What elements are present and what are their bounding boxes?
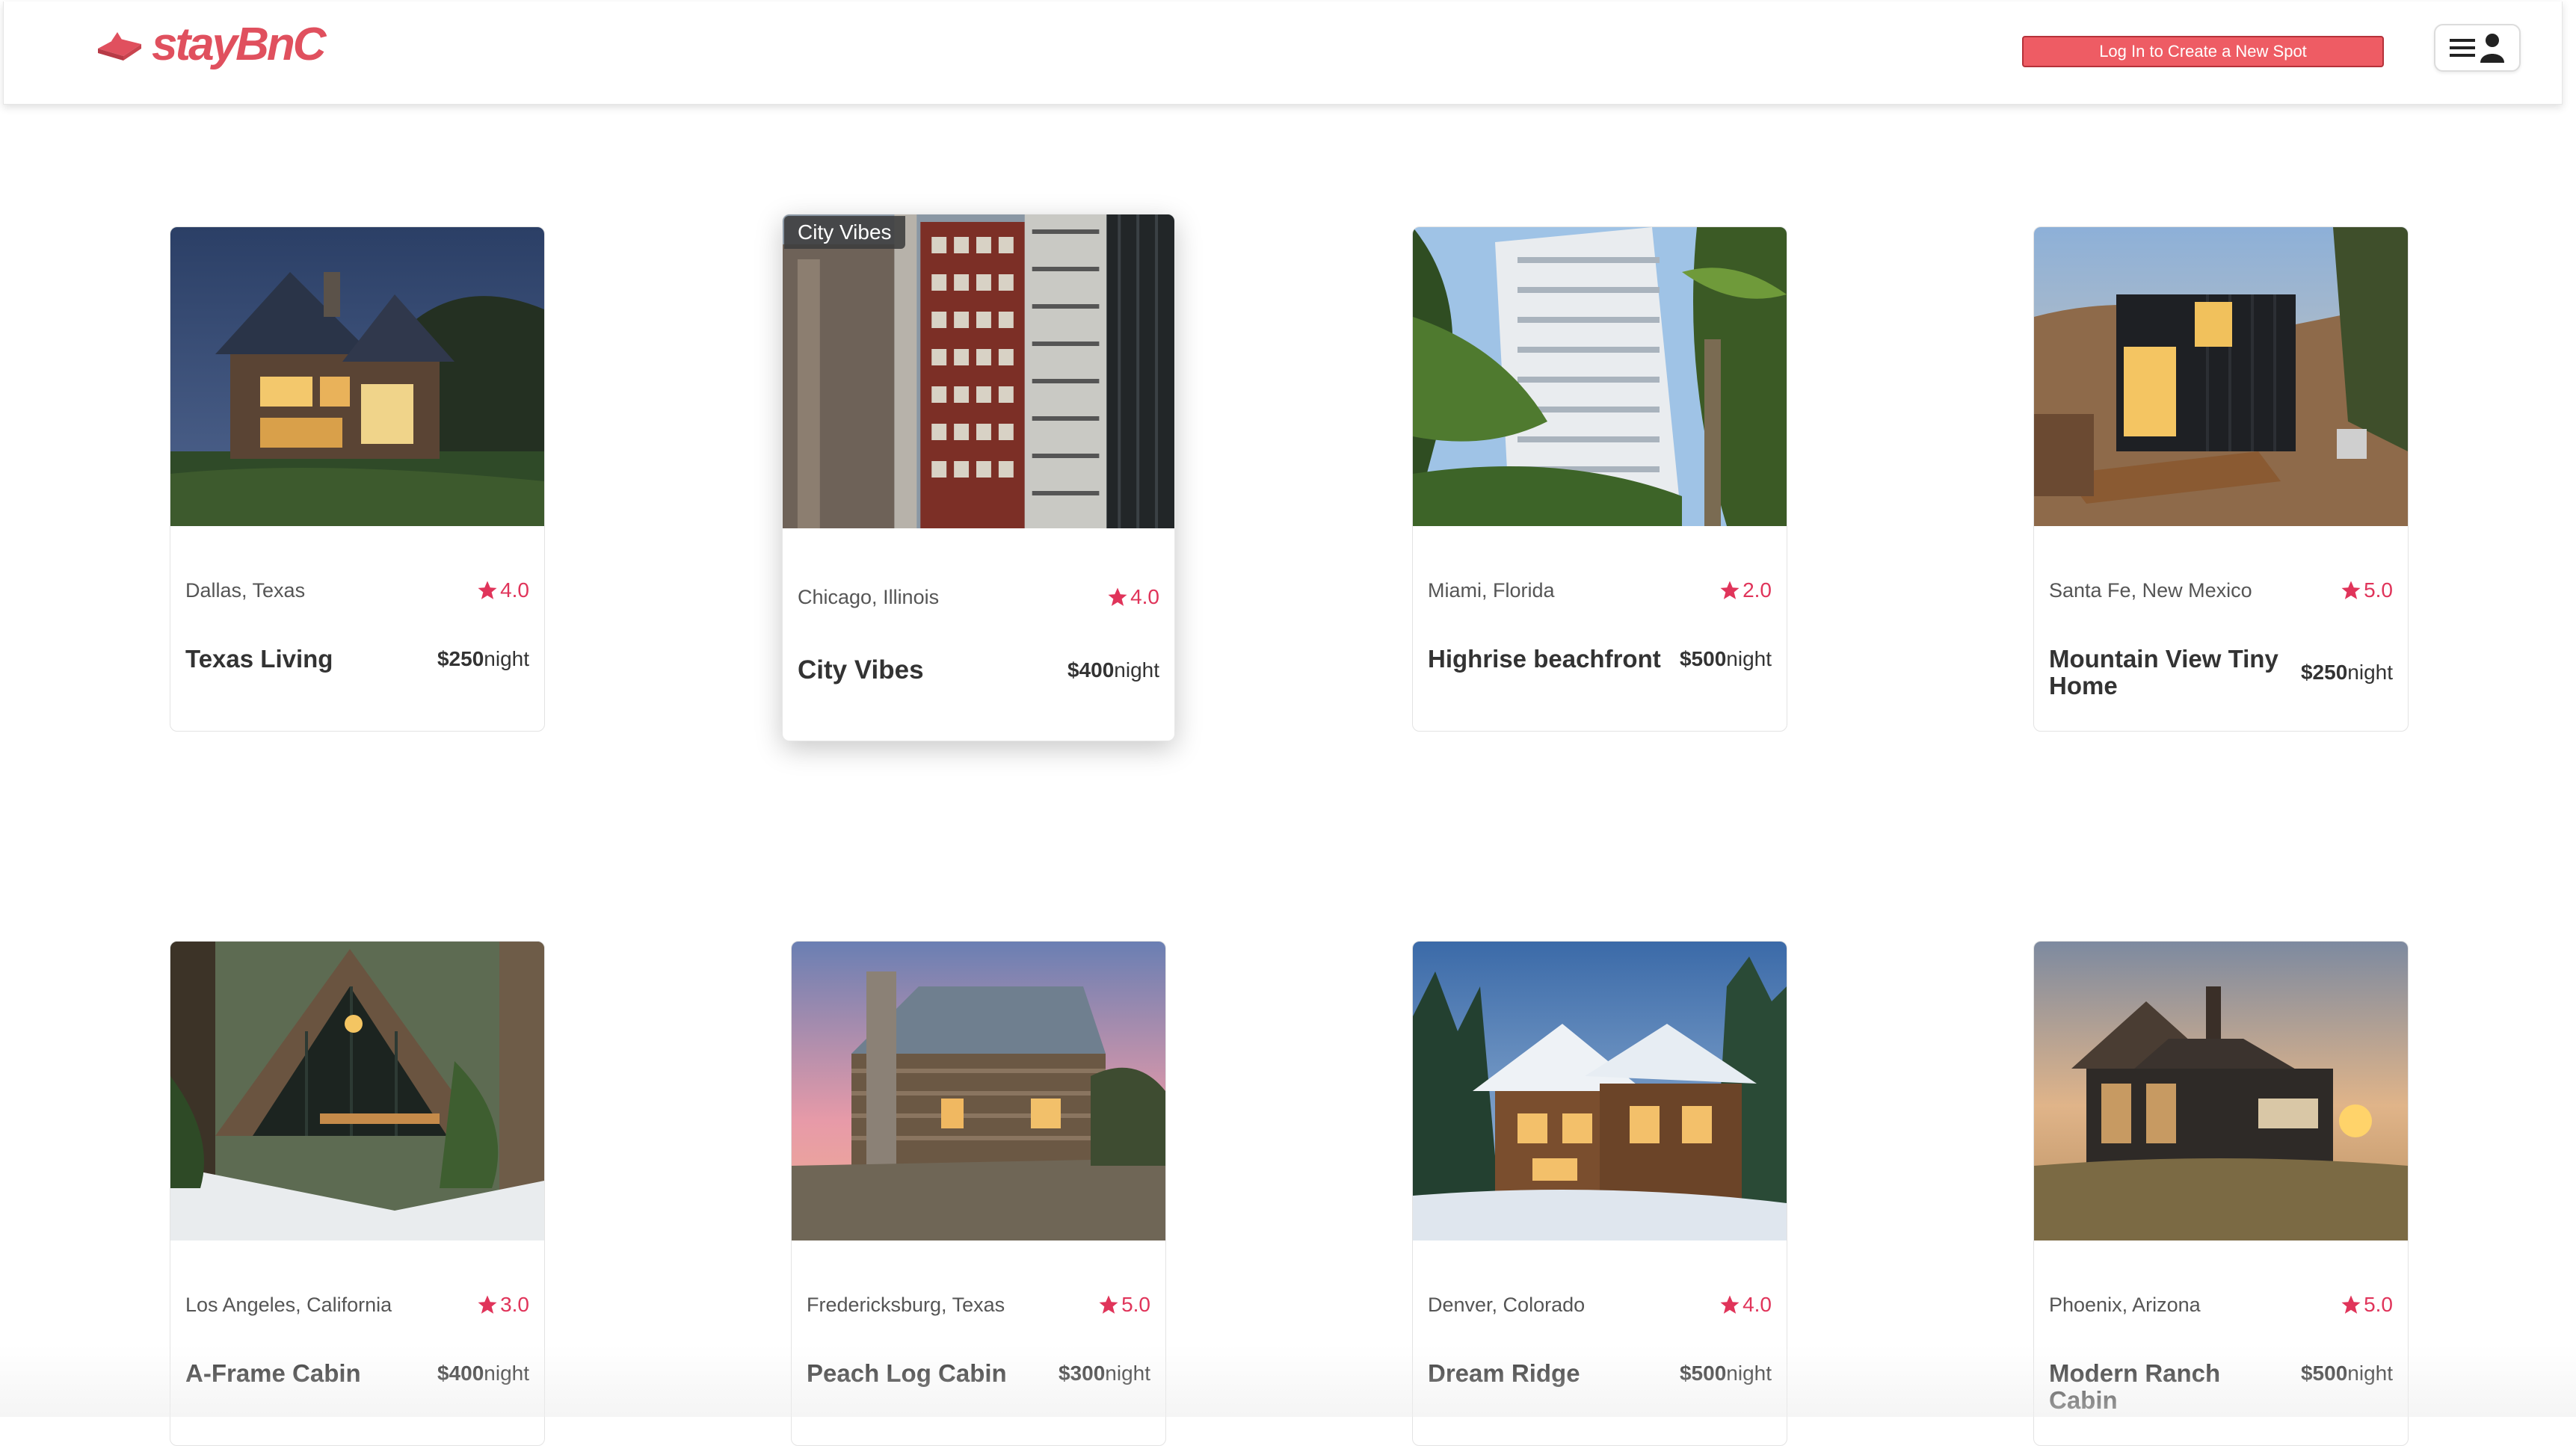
star-icon [1099,1295,1118,1314]
price-unit: night [2347,661,2393,684]
spot-photo[interactable] [792,942,1165,1240]
spot-location: Chicago, Illinois [798,585,940,608]
top-navbar: stayBnC Log In to Create a New Spot [3,1,2563,105]
spot-name: Texas Living [185,645,333,673]
star-icon [2341,581,2361,599]
spot-name: Dream Ridge [1428,1359,1580,1387]
spot-price: $400night [1067,657,1159,684]
spot-card[interactable]: Phoenix, Arizona 5.0 Modern Ranch Cabin … [2033,941,2409,1446]
rating-value: 5.0 [1121,1293,1150,1316]
spot-photo[interactable] [1413,227,1787,526]
price-amount: $500 [1679,1362,1727,1385]
create-spot-button[interactable]: Log In to Create a New Spot [2022,36,2384,67]
price-amount: $250 [437,647,484,670]
spot-location: Phoenix, Arizona [2049,1293,2201,1316]
hamburger-icon [2450,39,2475,57]
logo-house-icon [98,31,141,61]
spot-rating: 5.0 [1097,1293,1150,1317]
spot-price: $500night [1680,646,1772,673]
spot-photo[interactable]: City Vibes [783,214,1174,528]
logo-text: stayBnC [152,19,327,70]
spot-location: Fredericksburg, Texas [807,1293,1005,1316]
price-unit: night [1105,1362,1150,1385]
spot-rating: 4.0 [476,578,529,602]
star-icon [1108,587,1127,606]
spot-photo[interactable] [1413,942,1787,1240]
spot-card[interactable]: City Vibes Chicago, Illinois 4.0 City Vi… [782,214,1175,741]
spot-rating: 3.0 [476,1293,529,1317]
spot-location: Los Angeles, California [185,1293,392,1316]
star-icon [1720,1295,1740,1314]
spot-card[interactable]: Fredericksburg, Texas 5.0 Peach Log Cabi… [791,941,1166,1446]
star-icon [2341,1295,2361,1314]
spot-rating: 4.0 [1719,1293,1772,1317]
spot-photo[interactable] [170,942,544,1240]
star-icon [478,1295,497,1314]
price-amount: $500 [1679,647,1727,670]
spot-name: Mountain View Tiny Home [2049,645,2278,699]
spot-location: Dallas, Texas [185,578,306,602]
spot-name: Modern Ranch Cabin [2049,1359,2221,1414]
price-unit: night [1726,1362,1772,1385]
spot-card[interactable]: Los Angeles, California 3.0 A-Frame Cabi… [170,941,545,1446]
spot-rating: 2.0 [1719,578,1772,602]
spot-card[interactable]: Dallas, Texas 4.0 Texas Living $250night [170,226,545,732]
spot-photo[interactable] [170,227,544,526]
spot-name: City Vibes [798,655,924,685]
price-amount: $500 [2300,1362,2348,1385]
price-unit: night [2347,1362,2393,1385]
spot-photo[interactable] [2034,942,2408,1240]
spot-tooltip: City Vibes [784,216,905,249]
rating-value: 5.0 [2364,578,2393,602]
spot-location: Denver, Colorado [1428,1293,1586,1316]
spot-price: $400night [437,1360,529,1387]
spot-location: Miami, Florida [1428,578,1555,602]
profile-menu-button[interactable] [2434,24,2521,72]
spot-price: $500night [2301,1360,2393,1387]
spot-name: Peach Log Cabin [807,1359,1007,1387]
rating-value: 4.0 [1743,1293,1772,1316]
spot-price: $500night [1680,1360,1772,1387]
price-amount: $400 [437,1362,484,1385]
price-unit: night [484,647,529,670]
spot-rating: 4.0 [1106,585,1159,609]
price-amount: $250 [2300,661,2348,684]
user-icon [2480,34,2504,63]
spot-rating: 5.0 [2340,1293,2393,1317]
spot-card[interactable]: Denver, Colorado 4.0 Dream Ridge $500nig… [1412,941,1787,1446]
spot-location: Santa Fe, New Mexico [2049,578,2252,602]
spot-price: $250night [2301,659,2393,686]
price-unit: night [1726,647,1772,670]
rating-value: 2.0 [1743,578,1772,602]
rating-value: 4.0 [1130,585,1159,608]
star-icon [1720,581,1740,599]
spot-price: $300night [1059,1360,1150,1387]
price-amount: $300 [1058,1362,1106,1385]
rating-value: 3.0 [500,1293,529,1316]
spot-price: $250night [437,646,529,673]
spot-rating: 5.0 [2340,578,2393,602]
spot-name: Highrise beachfront [1428,645,1661,673]
home-logo-link[interactable]: stayBnC [95,18,327,71]
rating-value: 4.0 [500,578,529,602]
price-unit: night [1114,658,1159,682]
spot-card[interactable]: Miami, Florida 2.0 Highrise beachfront $… [1412,226,1787,732]
spot-card[interactable]: Santa Fe, New Mexico 5.0 Mountain View T… [2033,226,2409,732]
rating-value: 5.0 [2364,1293,2393,1316]
spot-photo[interactable] [2034,227,2408,526]
price-amount: $400 [1067,658,1115,682]
star-icon [478,581,497,599]
spot-name: A-Frame Cabin [185,1359,361,1387]
price-unit: night [484,1362,529,1385]
